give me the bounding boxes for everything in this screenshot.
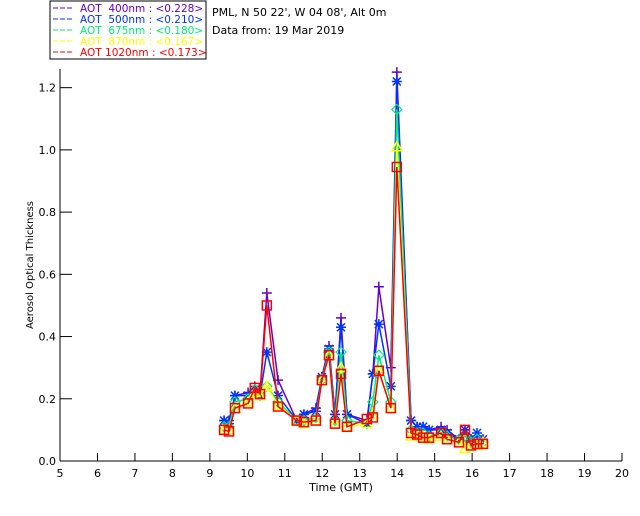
- x-tick-label: 12: [315, 467, 329, 480]
- x-tick-label: 20: [615, 467, 629, 480]
- y-tick-label: 0.8: [39, 206, 57, 219]
- y-axis-label: Aerosol Optical Thickness: [25, 201, 36, 329]
- plus-marker: [391, 67, 402, 78]
- series-line: [224, 146, 484, 450]
- x-tick-label: 18: [540, 467, 554, 480]
- date-label: Data from: 19 Mar 2019: [212, 24, 344, 37]
- x-tick-label: 15: [428, 467, 442, 480]
- asterisk-marker: [229, 390, 240, 401]
- site-label: PML, N 50 22', W 04 08', Alt 0m: [212, 6, 386, 19]
- y-tick-label: 0.4: [39, 331, 57, 344]
- x-tick-label: 17: [503, 467, 517, 480]
- x-tick-label: 5: [57, 467, 64, 480]
- plus-marker: [373, 281, 384, 292]
- x-tick-label: 13: [353, 467, 367, 480]
- asterisk-marker: [391, 76, 402, 87]
- x-tick-label: 11: [278, 467, 292, 480]
- x-tick-label: 19: [578, 467, 592, 480]
- asterisk-marker: [336, 322, 346, 333]
- aot-chart: AOT 400nm : <0.228> AOT 500nm : <0.210> AO…: [0, 0, 640, 512]
- x-tick-label: 9: [206, 467, 213, 480]
- y-tick-label: 0.0: [39, 455, 57, 468]
- legend: AOT 400nm : <0.228>AOT 500nm : <0.210>AO…: [49, 0, 207, 60]
- chart-svg: AOT 400nm : <0.228>AOT 500nm : <0.210>AO…: [25, 0, 629, 494]
- x-tick-label: 6: [94, 467, 101, 480]
- y-tick-label: 1.2: [39, 82, 57, 95]
- asterisk-marker: [373, 319, 384, 330]
- series-line: [224, 72, 484, 441]
- x-tick-label: 8: [169, 467, 176, 480]
- y-tick-label: 0.2: [39, 393, 57, 406]
- legend-entry: AOT 1020nm : <0.173>: [80, 47, 207, 59]
- plot-area: [217, 67, 490, 454]
- series-4: [218, 161, 489, 451]
- x-tick-label: 10: [240, 467, 254, 480]
- axes: 5 6 7 8 9 10 11 12 13 14 15 16 17 18 19 20 0.0 0.2 0.4 0.6 0…: [39, 69, 629, 480]
- x-tick-label: 14: [390, 467, 404, 480]
- plus-marker: [261, 288, 272, 298]
- series-3: [217, 140, 490, 454]
- y-tick-label: 0.6: [39, 268, 57, 281]
- x-axis-label: Time (GMT): [308, 481, 373, 494]
- x-tick-label: 7: [131, 467, 138, 480]
- y-tick-label: 1.0: [39, 144, 57, 157]
- plus-marker: [336, 312, 346, 323]
- x-tick-label: 16: [465, 467, 479, 480]
